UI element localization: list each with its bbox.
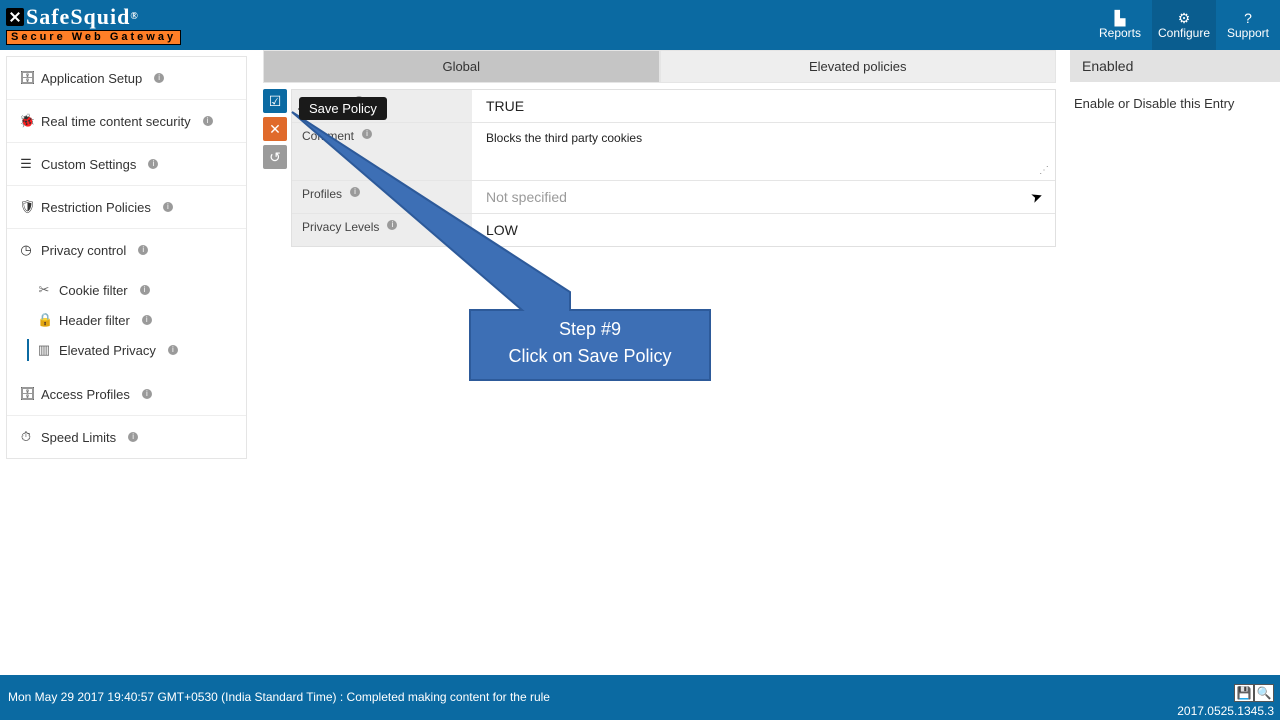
delete-policy-button[interactable]: ✕ [263, 117, 287, 141]
nav-reports-label: Reports [1099, 26, 1141, 40]
field-label-profiles: Profiles [302, 187, 342, 201]
info-icon: i [163, 202, 173, 212]
info-icon: i [168, 345, 178, 355]
help-pane-title: Enabled [1070, 50, 1280, 82]
sidebar-item-label: Application Setup [41, 71, 142, 86]
sidebar-subitem-label: Cookie filter [59, 283, 128, 298]
bars-icon: ▥ [37, 342, 51, 358]
brand-reg: ® [130, 12, 138, 22]
top-nav: ▙ Reports ⚙ Configure ? Support [1088, 0, 1280, 50]
search-icon: 🔍 [1257, 686, 1272, 700]
right-help-pane: Enabled Enable or Disable this Entry [1070, 50, 1280, 247]
nav-reports[interactable]: ▙ Reports [1088, 0, 1152, 50]
tabs: Global Elevated policies [263, 50, 1056, 83]
brand-name: SafeSquid [26, 6, 130, 28]
field-row-comment: Comment i Blocks the third party cookies … [292, 123, 1055, 181]
sidebar-item-label: Custom Settings [41, 157, 136, 172]
field-row-privacy-levels: Privacy Levels i LOW [292, 214, 1055, 246]
info-icon: i [128, 432, 138, 442]
info-icon: i [142, 315, 152, 325]
help-pane-desc: Enable or Disable this Entry [1070, 82, 1280, 125]
check-icon: ☑ [269, 93, 282, 110]
footer-save-button[interactable]: 💾 [1234, 684, 1254, 702]
close-icon: ✕ [269, 121, 281, 138]
undo-icon: ↺ [269, 149, 281, 166]
info-icon: i [148, 159, 158, 169]
bug-icon: 🐞 [19, 113, 33, 129]
sidebar-item-speed-limits[interactable]: ⏱ Speed Limits i [7, 416, 246, 458]
sidebar: 🗄 Application Setup i 🐞 Real time conten… [0, 50, 253, 675]
info-icon: i [154, 73, 164, 83]
top-bar: SafeSquid® Secure Web Gateway ▙ Reports … [0, 0, 1280, 50]
field-label-privacy-levels: Privacy Levels [302, 220, 379, 234]
gears-icon: ⚙ [1178, 10, 1191, 26]
logo-mark-icon [6, 8, 24, 26]
nav-configure-label: Configure [1158, 26, 1210, 40]
info-icon: i [142, 389, 152, 399]
sidebar-subitem-cookie-filter[interactable]: ✂ Cookie filter i [7, 275, 246, 305]
field-label-comment: Comment [302, 129, 354, 143]
save-policy-button[interactable]: ☑ [263, 89, 287, 113]
shield-icon: 🛡 [19, 199, 33, 215]
save-disk-icon: 💾 [1237, 686, 1252, 700]
sidebar-subitem-label: Elevated Privacy [59, 343, 156, 358]
nav-support[interactable]: ? Support [1216, 0, 1280, 50]
tab-global[interactable]: Global [263, 50, 660, 83]
field-value-comment[interactable]: Blocks the third party cookies ⋰ [472, 123, 1055, 180]
info-icon: i [362, 129, 372, 139]
footer-search-button[interactable]: 🔍 [1254, 684, 1274, 702]
sidebar-subitem-header-filter[interactable]: 🔒 Header filter i [7, 305, 246, 335]
tab-elevated-policies[interactable]: Elevated policies [660, 50, 1057, 83]
sidebar-subgroup-privacy: ✂ Cookie filter i 🔒 Header filter i ▥ El… [7, 271, 246, 373]
briefcase-icon: 🗄 [19, 386, 33, 402]
sidebar-subitem-label: Header filter [59, 313, 130, 328]
sidebar-item-application-setup[interactable]: 🗄 Application Setup i [7, 57, 246, 100]
briefcase-icon: 🗄 [19, 70, 33, 86]
lock-icon: 🔒 [37, 312, 51, 328]
sidebar-item-label: Restriction Policies [41, 200, 151, 215]
field-value-profiles[interactable]: Not specified ➤ [472, 181, 1055, 213]
undo-policy-button[interactable]: ↺ [263, 145, 287, 169]
field-value-privacy-levels[interactable]: LOW [472, 214, 1055, 246]
nav-support-label: Support [1227, 26, 1269, 40]
send-icon[interactable]: ➤ [1029, 187, 1046, 207]
brand-tagline: Secure Web Gateway [6, 30, 181, 45]
row-action-column: ☑ ✕ ↺ [263, 89, 291, 247]
sliders-icon: ☰ [19, 156, 33, 172]
nav-configure[interactable]: ⚙ Configure [1152, 0, 1216, 50]
sidebar-item-privacy-control[interactable]: ◷ Privacy control i [7, 229, 246, 271]
sidebar-item-custom-settings[interactable]: ☰ Custom Settings i [7, 143, 246, 186]
logo: SafeSquid® Secure Web Gateway [6, 6, 181, 45]
field-row-profiles: Profiles i Not specified ➤ [292, 181, 1055, 214]
sidebar-item-label: Speed Limits [41, 430, 116, 445]
field-value-enabled[interactable]: TRUE [472, 90, 1055, 122]
chart-icon: ▙ [1115, 10, 1126, 26]
sidebar-item-realtime-security[interactable]: 🐞 Real time content security i [7, 100, 246, 143]
sidebar-subitem-elevated-privacy[interactable]: ▥ Elevated Privacy i [7, 335, 246, 365]
resize-handle-icon[interactable]: ⋰ [1039, 165, 1047, 176]
clock-icon: ◷ [19, 242, 33, 258]
info-icon: i [138, 245, 148, 255]
main-area: Global Elevated policies ☑ ✕ ↺ [253, 50, 1280, 675]
footer-version: 2017.0525.1345.3 [1177, 704, 1274, 718]
gauge-icon: ⏱ [19, 429, 33, 445]
info-icon: i [140, 285, 150, 295]
field-row-enabled: Enabledi TRUE [292, 90, 1055, 123]
info-icon: i [387, 220, 397, 230]
footer-bar: Mon May 29 2017 19:40:57 GMT+0530 (India… [0, 675, 1280, 720]
policy-fields: Enabledi TRUE Comment i Blocks the third … [291, 89, 1056, 247]
scissors-icon: ✂ [37, 282, 51, 298]
sidebar-item-access-profiles[interactable]: 🗄 Access Profiles i [7, 373, 246, 416]
info-icon: i [203, 116, 213, 126]
sidebar-item-restriction-policies[interactable]: 🛡 Restriction Policies i [7, 186, 246, 229]
sidebar-item-label: Privacy control [41, 243, 126, 258]
info-icon: i [350, 187, 360, 197]
save-policy-tooltip: Save Policy [299, 97, 387, 120]
sidebar-item-label: Access Profiles [41, 387, 130, 402]
sidebar-item-label: Real time content security [41, 114, 191, 129]
footer-status: Mon May 29 2017 19:40:57 GMT+0530 (India… [6, 690, 550, 704]
help-icon: ? [1244, 10, 1252, 26]
